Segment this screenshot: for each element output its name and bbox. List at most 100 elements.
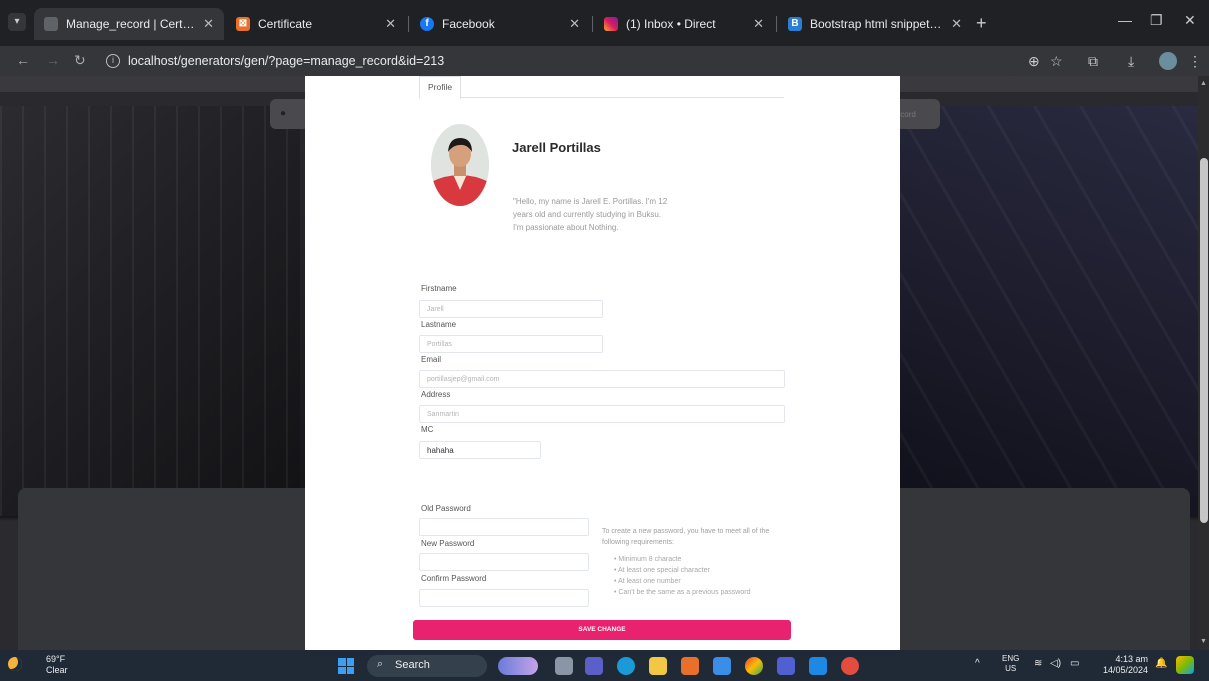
confirm-password-label: Confirm Password bbox=[421, 574, 487, 583]
reload-icon[interactable]: ↻ bbox=[74, 52, 86, 69]
xampp-icon: ⊠ bbox=[236, 17, 250, 31]
app-icon[interactable] bbox=[841, 657, 859, 675]
mc-label: MC bbox=[421, 425, 434, 434]
tab-separator bbox=[592, 16, 593, 32]
vscode-icon[interactable] bbox=[809, 657, 827, 675]
taskview-icon[interactable] bbox=[555, 657, 573, 675]
profile-name: Jarell Portillas bbox=[512, 140, 601, 155]
profile-avatar-icon[interactable] bbox=[1159, 52, 1177, 70]
old-password-label: Old Password bbox=[421, 504, 471, 513]
chrome-icon[interactable] bbox=[745, 657, 763, 675]
windows-taskbar: 69°F Clear ⌕ Search ^ ENG US ≋ ◁) ▭ 4:13… bbox=[0, 650, 1209, 681]
site-info-icon[interactable]: i bbox=[106, 54, 120, 68]
tab-facebook[interactable]: f Facebook ✕ bbox=[410, 8, 590, 40]
bootdey-icon: B bbox=[788, 17, 802, 31]
email-input[interactable]: portillasjep@gmail.com bbox=[419, 370, 785, 388]
scrollbar-thumb[interactable] bbox=[1200, 158, 1208, 523]
facebook-icon: f bbox=[420, 17, 434, 31]
save-change-button[interactable]: SAVE CHANGE bbox=[413, 620, 791, 640]
volume-icon[interactable]: ◁) bbox=[1050, 658, 1061, 669]
profile-tab-bar: Profile bbox=[419, 76, 784, 99]
tab-separator bbox=[408, 16, 409, 32]
close-icon[interactable]: ✕ bbox=[385, 16, 396, 32]
download-icon[interactable]: ⤓ bbox=[1128, 53, 1134, 70]
close-icon[interactable]: ✕ bbox=[753, 16, 764, 32]
scroll-down-icon[interactable]: ▼ bbox=[1200, 638, 1207, 645]
address-bar[interactable]: i localhost/generators/gen/?page=manage_… bbox=[100, 49, 1020, 73]
password-requirements: Minimum 8 characte At least one special … bbox=[614, 554, 750, 598]
background-image-right bbox=[900, 106, 1198, 516]
mc-input[interactable]: hahaha bbox=[419, 441, 541, 459]
close-icon[interactable]: ✕ bbox=[569, 16, 580, 32]
password-help-text: To create a new password, you have to me… bbox=[602, 528, 770, 546]
close-window-icon[interactable]: ✕ bbox=[1184, 12, 1196, 29]
extensions-icon[interactable]: ⧉ bbox=[1088, 53, 1098, 70]
copilot-icon[interactable] bbox=[777, 657, 795, 675]
weather-desc: Clear bbox=[46, 665, 68, 675]
search-icon: ⌕ bbox=[377, 658, 384, 670]
profile-photo-image bbox=[431, 124, 489, 206]
new-password-label: New Password bbox=[421, 539, 475, 548]
show-hidden-icons[interactable]: ^ bbox=[975, 658, 980, 669]
lastname-input[interactable]: Portillas bbox=[419, 335, 603, 353]
lastname-label: Lastname bbox=[421, 320, 457, 329]
tab-certificate[interactable]: ⊠ Certificate ✕ bbox=[226, 8, 406, 40]
minimize-icon[interactable]: — bbox=[1118, 12, 1132, 28]
tab-search-icon[interactable]: ▾ bbox=[8, 13, 26, 31]
new-tab-button[interactable]: + bbox=[976, 14, 987, 32]
globe-icon bbox=[44, 17, 58, 31]
tab-profile[interactable]: Profile bbox=[419, 76, 462, 99]
bookmark-star-icon[interactable]: ☆ bbox=[1050, 53, 1063, 70]
weather-widget[interactable]: 69°F Clear bbox=[24, 654, 84, 676]
page-viewport: ● Record Profile Jarell Portillas "Hello… bbox=[0, 76, 1198, 650]
tab-separator bbox=[776, 16, 777, 32]
back-icon[interactable]: ← bbox=[16, 52, 30, 68]
scroll-up-icon[interactable]: ▲ bbox=[1200, 80, 1207, 87]
taskbar-search[interactable]: ⌕ Search bbox=[367, 655, 487, 677]
firstname-label: Firstname bbox=[421, 284, 457, 293]
profile-bio: "Hello, my name is Jarell E. Portillas. … bbox=[513, 197, 668, 232]
address-label: Address bbox=[421, 390, 451, 399]
menu-kebab-icon[interactable]: ⋮ bbox=[1188, 53, 1202, 70]
address-input[interactable]: Sanmartin bbox=[419, 405, 785, 423]
profile-modal: Profile Jarell Portillas "Hello, my name… bbox=[305, 76, 900, 650]
photos-icon[interactable] bbox=[713, 657, 731, 675]
teams-icon[interactable] bbox=[585, 657, 603, 675]
close-icon[interactable]: ✕ bbox=[203, 16, 214, 32]
file-explorer-icon[interactable] bbox=[649, 657, 667, 675]
password-requirement: Minimum 8 characte bbox=[614, 554, 750, 565]
wifi-icon[interactable]: ≋ bbox=[1034, 658, 1042, 669]
forward-icon[interactable]: → bbox=[46, 52, 60, 68]
edge-icon[interactable] bbox=[617, 657, 635, 675]
weather-temp: 69°F bbox=[46, 654, 66, 664]
firstname-input[interactable]: Jarell bbox=[419, 300, 603, 318]
notification-bell-icon[interactable]: 🔔 bbox=[1155, 658, 1167, 669]
system-clock[interactable]: 4:13 am 14/05/2024 bbox=[1096, 654, 1148, 676]
weather-moon-icon bbox=[8, 657, 22, 671]
new-password-input[interactable] bbox=[419, 553, 589, 571]
confirm-password-input[interactable] bbox=[419, 589, 589, 607]
xampp-taskbar-icon[interactable] bbox=[681, 657, 699, 675]
language-indicator[interactable]: ENG US bbox=[1002, 654, 1019, 674]
zoom-icon[interactable]: ⊕ bbox=[1028, 53, 1040, 70]
browser-tab-strip: ▾ Manage_record | Certificate Ge ✕ ⊠ Cer… bbox=[0, 0, 1209, 46]
password-requirement: Can't be the same as a previous password bbox=[614, 587, 750, 598]
user-icon: ● bbox=[280, 108, 287, 119]
profile-photo bbox=[431, 124, 489, 206]
taskbar-widget-art[interactable] bbox=[498, 657, 538, 675]
tab-manage-record[interactable]: Manage_record | Certificate Ge ✕ bbox=[34, 8, 224, 40]
url-text: localhost/generators/gen/?page=manage_re… bbox=[128, 54, 445, 68]
tab-bootstrap-snippet[interactable]: B Bootstrap html snippet. profile ✕ bbox=[778, 8, 972, 40]
windows-start-icon[interactable] bbox=[338, 658, 354, 674]
old-password-input[interactable] bbox=[419, 518, 589, 536]
tab-instagram-inbox[interactable]: (1) Inbox • Direct ✕ bbox=[594, 8, 774, 40]
close-icon[interactable]: ✕ bbox=[951, 16, 962, 32]
battery-icon[interactable]: ▭ bbox=[1070, 658, 1079, 669]
password-requirement: At least one special character bbox=[614, 565, 750, 576]
background-user-button[interactable]: ● bbox=[270, 99, 310, 129]
password-requirement: At least one number bbox=[614, 576, 750, 587]
page-scrollbar[interactable]: ▲ ▼ bbox=[1198, 76, 1209, 650]
copilot-tray-icon[interactable] bbox=[1176, 656, 1194, 674]
restore-icon[interactable]: ❐ bbox=[1150, 12, 1163, 29]
email-label: Email bbox=[421, 355, 442, 364]
